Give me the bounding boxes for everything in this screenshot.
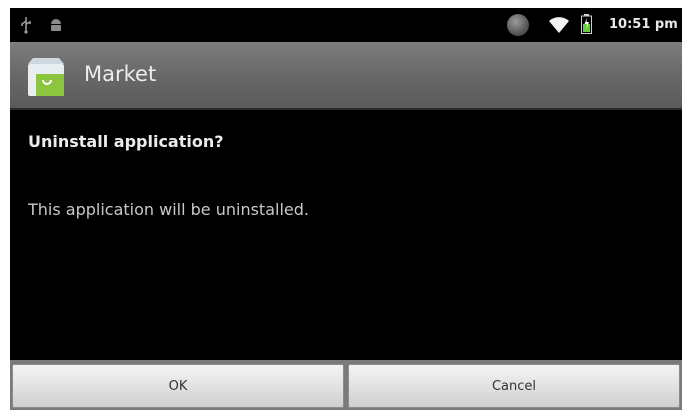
- wifi-icon: [549, 17, 569, 33]
- dialog-title: Uninstall application?: [28, 132, 224, 151]
- dialog-message: This application will be uninstalled.: [28, 200, 309, 219]
- app-title-bar: Market: [10, 42, 682, 110]
- usb-icon: [21, 17, 31, 34]
- status-clock: 10:51 pm: [609, 17, 678, 32]
- market-bag-icon: [28, 58, 64, 96]
- dialog-button-bar: OK Cancel: [10, 360, 682, 410]
- app-title: Market: [84, 62, 157, 86]
- ok-button[interactable]: OK: [12, 364, 344, 408]
- globe-icon: [507, 14, 529, 36]
- android-debug-icon: [51, 19, 61, 31]
- cancel-button[interactable]: Cancel: [348, 364, 680, 408]
- battery-icon: [581, 14, 592, 34]
- device-screen: 10:51 pm Market Uninstall application? T…: [10, 8, 682, 410]
- status-bar: 10:51 pm: [10, 8, 682, 42]
